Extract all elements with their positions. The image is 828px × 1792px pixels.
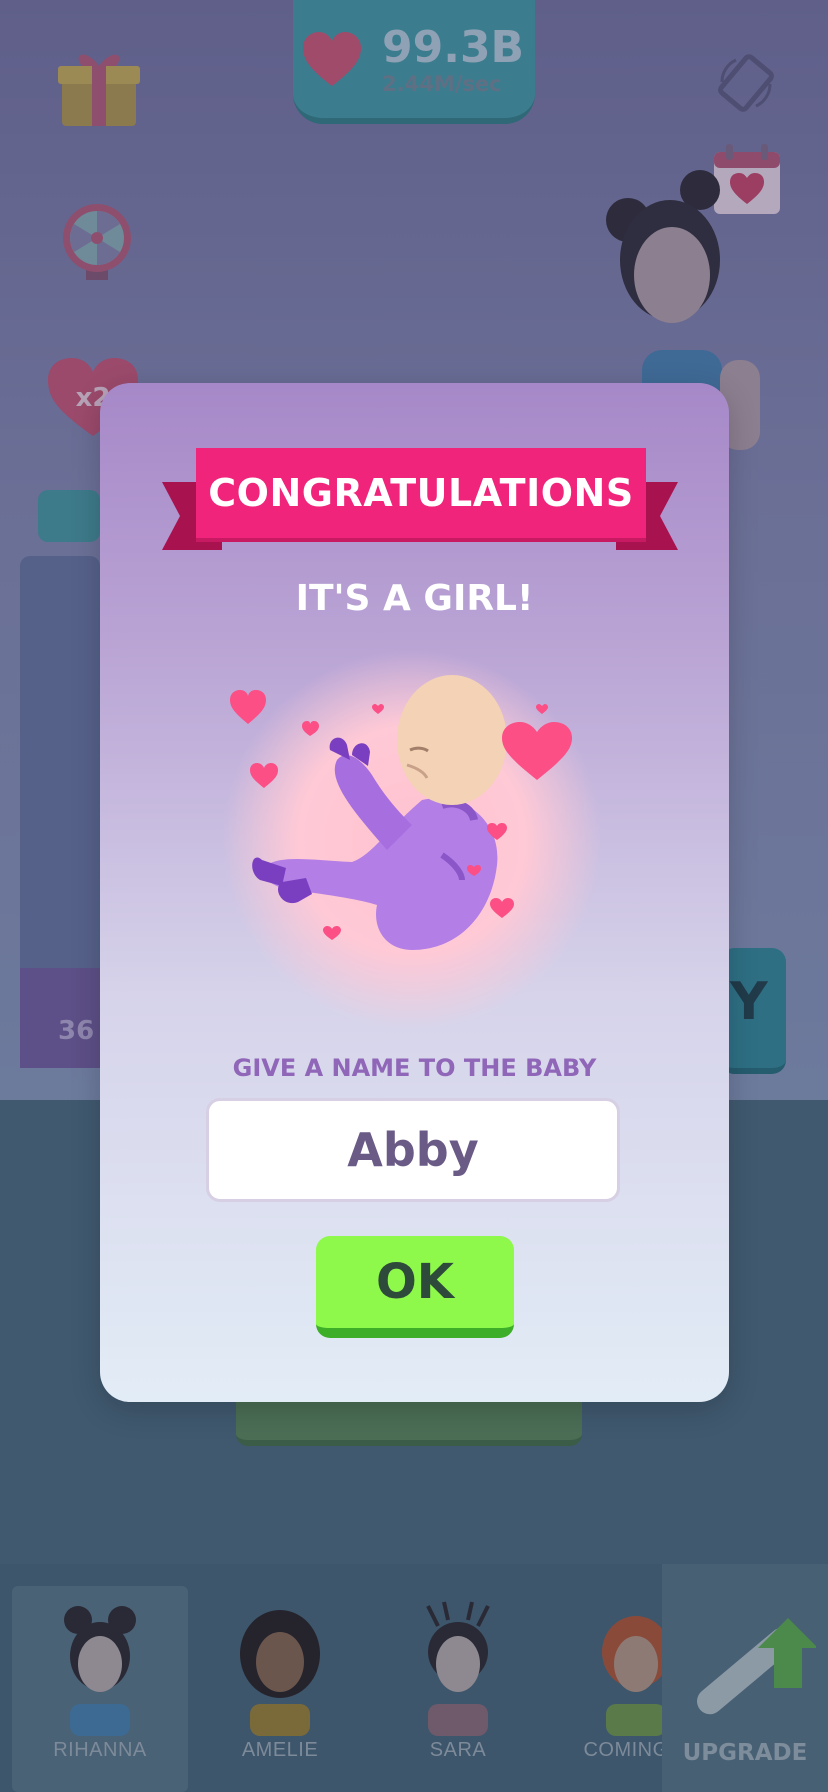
character-label: RIHANNA bbox=[53, 1739, 147, 1761]
upgrade-button[interactable]: UPGRADE bbox=[662, 1564, 828, 1792]
gift-icon[interactable] bbox=[56, 44, 142, 130]
pregnancy-test-icon bbox=[696, 1618, 816, 1715]
spin-wheel-icon[interactable] bbox=[58, 200, 136, 284]
name-prompt: GIVE A NAME TO THE BABY bbox=[232, 1054, 597, 1082]
character-tab-rihanna[interactable]: RIHANNA bbox=[12, 1586, 188, 1792]
upgrade-label: UPGRADE bbox=[682, 1740, 808, 1766]
score-value: 99.3B bbox=[382, 22, 525, 73]
character-tab-amelie[interactable]: AMELIE bbox=[192, 1586, 368, 1792]
side-card-value: 36 bbox=[58, 1016, 95, 1046]
character-label: AMELIE bbox=[241, 1739, 319, 1761]
banner-text: CONGRATULATIONS bbox=[208, 471, 634, 515]
amelie-avatar bbox=[240, 1610, 320, 1736]
ok-button[interactable]: OK bbox=[316, 1236, 514, 1338]
score-rate: 2.44M/sec bbox=[382, 72, 502, 96]
gender-announcement: IT'S A GIRL! bbox=[295, 578, 534, 619]
baby-illustration bbox=[222, 650, 602, 1030]
heart-icon bbox=[303, 32, 361, 86]
character-tab-sara[interactable]: SARA bbox=[370, 1586, 546, 1792]
character-label: SARA bbox=[429, 1739, 487, 1761]
rotate-device-icon[interactable] bbox=[716, 52, 776, 114]
congratulations-banner: CONGRATULATIONS bbox=[196, 448, 646, 538]
rihanna-avatar bbox=[64, 1606, 136, 1736]
buy-button-letter: Y bbox=[730, 972, 768, 1032]
baby-name-input[interactable] bbox=[206, 1098, 620, 1202]
sara-avatar bbox=[426, 1601, 490, 1736]
side-tab[interactable] bbox=[38, 490, 100, 542]
